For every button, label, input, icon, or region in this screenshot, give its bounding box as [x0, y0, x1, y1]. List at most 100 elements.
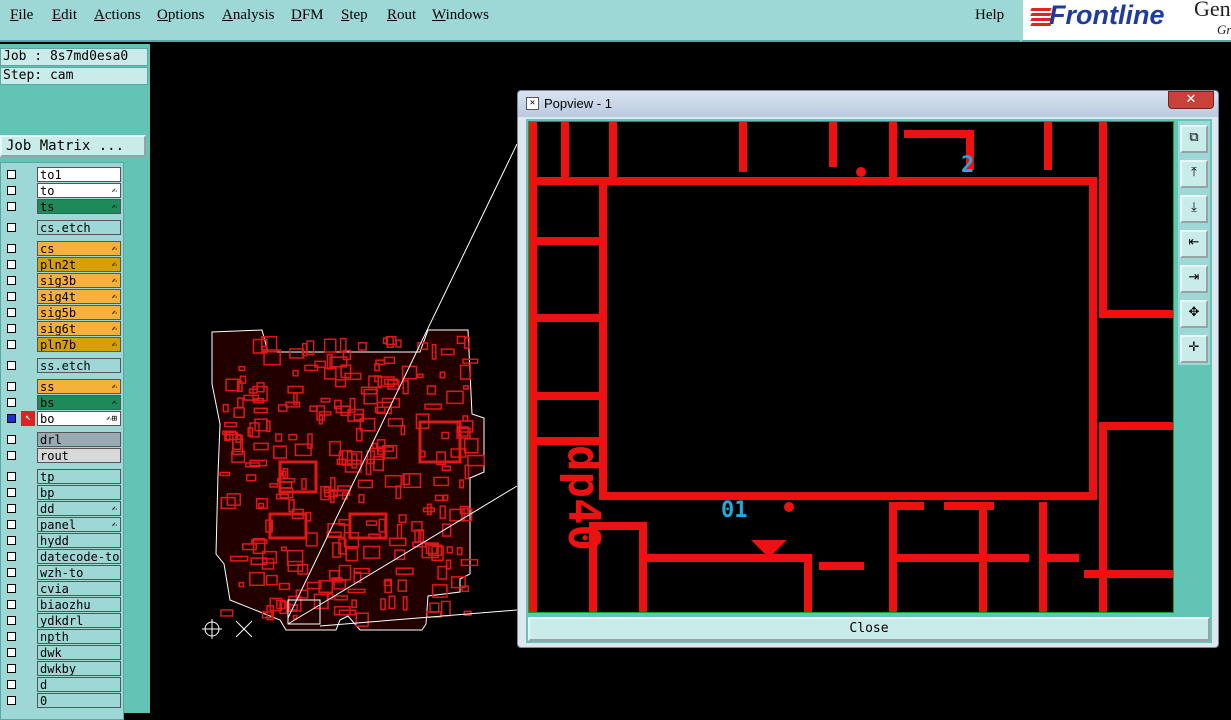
menu-windows[interactable]: Windows — [432, 7, 489, 24]
layer-checkbox[interactable] — [7, 292, 16, 301]
menu-rout[interactable]: Rout — [387, 7, 416, 24]
zoom-page-icon[interactable]: ⧉ — [1180, 125, 1208, 153]
layer-checkbox[interactable] — [7, 170, 16, 179]
layer-checkbox[interactable] — [7, 202, 16, 211]
menu-dfm[interactable]: DFM — [291, 7, 324, 24]
layer-checkbox[interactable] — [7, 568, 16, 577]
layer-name[interactable]: drl — [37, 432, 121, 447]
layer-name[interactable]: datecode-to — [37, 549, 121, 564]
layer-row-dd[interactable]: dd ✍ — [3, 501, 121, 516]
layer-name[interactable]: cs.etch — [37, 220, 121, 235]
layer-name[interactable]: 0 — [37, 693, 121, 708]
menu-analysis[interactable]: Analysis — [222, 7, 275, 24]
zoom-out-icon[interactable]: ✥ — [1180, 300, 1208, 328]
layer-row-to1[interactable]: to1 — [3, 167, 121, 182]
layer-row-bs[interactable]: bs ✍ — [3, 395, 121, 410]
layer-name[interactable]: dwkby — [37, 661, 121, 676]
layer-checkbox[interactable] — [7, 472, 16, 481]
layer-name[interactable]: sig3b ✍ — [37, 273, 121, 288]
layer-row-ss[interactable]: ss ✍ — [3, 379, 121, 394]
layer-name[interactable]: sig5b ✍ — [37, 305, 121, 320]
zoom-in-icon[interactable]: ✛ — [1180, 335, 1208, 363]
layer-name[interactable]: bp — [37, 485, 121, 500]
layer-name[interactable]: pln2t ✍ — [37, 257, 121, 272]
layer-row-sig3b[interactable]: sig3b ✍ — [3, 273, 121, 288]
layer-row-hydd[interactable]: hydd — [3, 533, 121, 548]
layer-row-dwkby[interactable]: dwkby — [3, 661, 121, 676]
layer-row-cs[interactable]: cs ✍ — [3, 241, 121, 256]
menu-file[interactable]: File — [10, 7, 33, 24]
pan-right-icon[interactable]: ⇥ — [1180, 265, 1208, 293]
layer-checkbox[interactable] — [7, 414, 16, 423]
layer-name[interactable]: ydkdrl — [37, 613, 121, 628]
layer-row-drl[interactable]: drl — [3, 432, 121, 447]
layer-row-pln2t[interactable]: pln2t ✍ — [3, 257, 121, 272]
layer-name[interactable]: ts ✍ — [37, 199, 121, 214]
layer-row-ss.etch[interactable]: ss.etch — [3, 358, 121, 373]
layer-row-npth[interactable]: npth — [3, 629, 121, 644]
layer-name[interactable]: rout — [37, 448, 121, 463]
layer-checkbox[interactable] — [7, 308, 16, 317]
layer-checkbox[interactable] — [7, 520, 16, 529]
layer-checkbox[interactable] — [7, 632, 16, 641]
layer-name[interactable]: d — [37, 677, 121, 692]
layer-checkbox[interactable] — [7, 276, 16, 285]
layer-checkbox[interactable] — [7, 398, 16, 407]
layer-name[interactable]: ss ✍ — [37, 379, 121, 394]
layer-checkbox[interactable] — [7, 324, 16, 333]
pan-left-icon[interactable]: ⇤ — [1180, 230, 1208, 258]
layer-name[interactable]: tp — [37, 469, 121, 484]
layer-name[interactable]: ss.etch — [37, 358, 121, 373]
layer-row-ydkdrl[interactable]: ydkdrl — [3, 613, 121, 628]
layer-checkbox[interactable] — [7, 451, 16, 460]
menu-options[interactable]: Options — [157, 7, 205, 24]
layer-checkbox[interactable] — [7, 680, 16, 689]
layer-row-sig4t[interactable]: sig4t ✍ — [3, 289, 121, 304]
layer-row-panel[interactable]: panel ✍ — [3, 517, 121, 532]
layer-checkbox[interactable] — [7, 361, 16, 370]
layer-row-datecode-to[interactable]: datecode-to — [3, 549, 121, 564]
layer-checkbox[interactable] — [7, 382, 16, 391]
layer-row-wzh-to[interactable]: wzh-to — [3, 565, 121, 580]
layer-checkbox[interactable] — [7, 664, 16, 673]
layer-name[interactable]: panel ✍ — [37, 517, 121, 532]
menu-step[interactable]: Step — [341, 7, 368, 24]
layer-checkbox[interactable] — [7, 186, 16, 195]
layer-name[interactable]: cs ✍ — [37, 241, 121, 256]
layer-checkbox[interactable] — [7, 340, 16, 349]
close-button[interactable]: Close — [528, 617, 1210, 641]
layer-row-0[interactable]: 0 — [3, 693, 121, 708]
layer-row-rout[interactable]: rout — [3, 448, 121, 463]
layer-checkbox[interactable] — [7, 244, 16, 253]
layer-checkbox[interactable] — [7, 435, 16, 444]
layer-row-ts[interactable]: ts ✍ — [3, 199, 121, 214]
menu-edit[interactable]: Edit — [52, 7, 77, 24]
layer-checkbox[interactable] — [7, 600, 16, 609]
job-matrix-button[interactable]: Job Matrix ... — [0, 135, 146, 157]
layer-name[interactable]: bo ✍⊞ — [37, 411, 121, 426]
layer-name[interactable]: cvia — [37, 581, 121, 596]
pan-up-icon[interactable]: ⤒ — [1180, 160, 1208, 188]
layer-name[interactable]: sig4t ✍ — [37, 289, 121, 304]
popview-zoomed-view[interactable]: 2 01 dp40 — [528, 121, 1174, 613]
layer-checkbox[interactable] — [7, 648, 16, 657]
popview-titlebar[interactable]: Popview - 1 — [518, 91, 1218, 117]
layer-row-to[interactable]: to ✍ — [3, 183, 121, 198]
layer-name[interactable]: dwk — [37, 645, 121, 660]
layer-name[interactable]: npth — [37, 629, 121, 644]
layer-name[interactable]: bs ✍ — [37, 395, 121, 410]
layer-checkbox[interactable] — [7, 223, 16, 232]
layer-row-cvia[interactable]: cvia — [3, 581, 121, 596]
layer-name[interactable]: wzh-to — [37, 565, 121, 580]
layer-name[interactable]: dd ✍ — [37, 501, 121, 516]
layer-name[interactable]: biaozhu — [37, 597, 121, 612]
layer-checkbox[interactable] — [7, 536, 16, 545]
layer-row-bo[interactable]: ↖ bo ✍⊞ — [3, 411, 121, 426]
popview-window[interactable]: Popview - 1 ✕ ✕ 2 01 dp40 ⧉ ⤒ ⤓ ⇤ ⇥ ✥ ✛ … — [517, 90, 1219, 648]
layer-row-dwk[interactable]: dwk — [3, 645, 121, 660]
layer-row-sig6t[interactable]: sig6t ✍ — [3, 321, 121, 336]
layer-row-d[interactable]: d — [3, 677, 121, 692]
layer-checkbox[interactable] — [7, 552, 16, 561]
layer-row-cs.etch[interactable]: cs.etch — [3, 220, 121, 235]
layer-row-biaozhu[interactable]: biaozhu — [3, 597, 121, 612]
